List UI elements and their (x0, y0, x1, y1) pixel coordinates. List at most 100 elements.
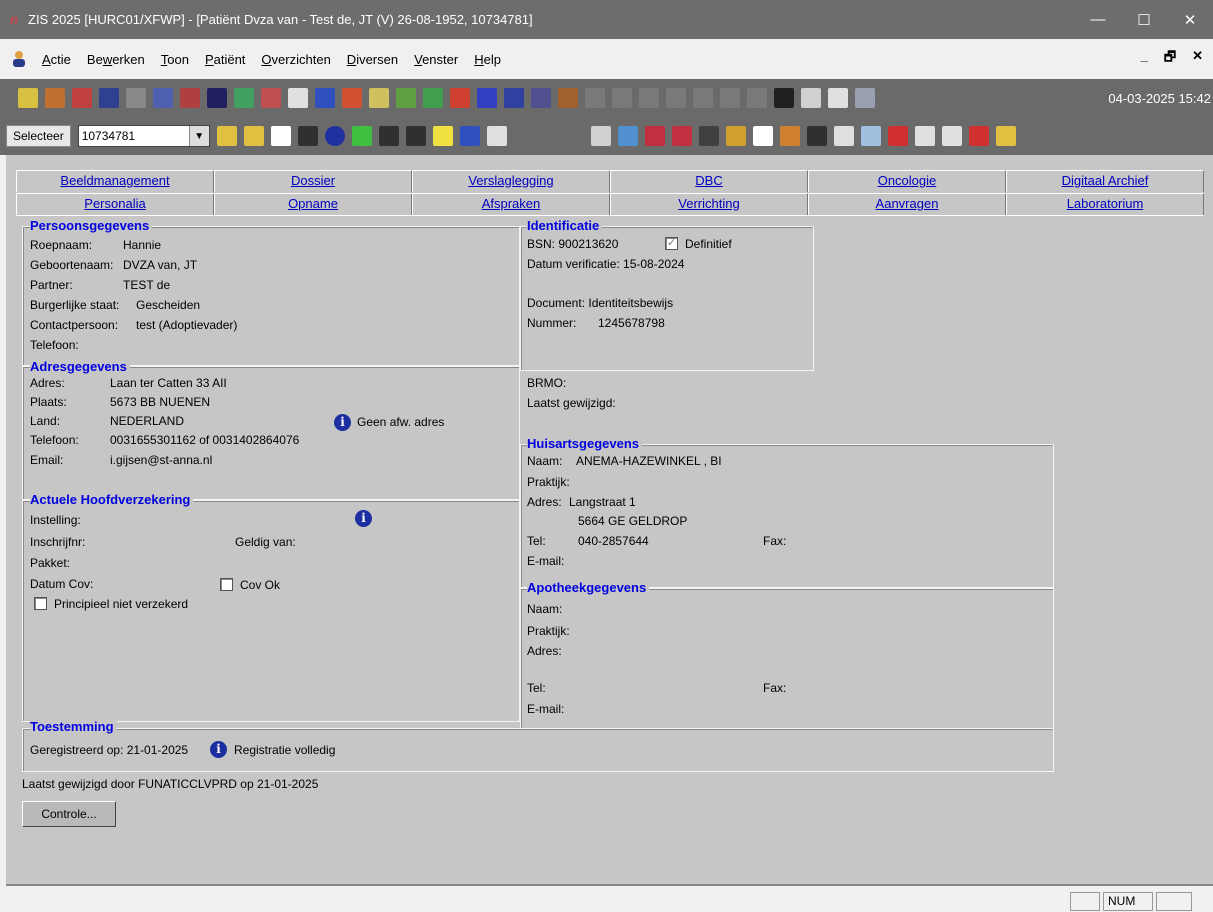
toolbar-tool-icon[interactable] (504, 88, 524, 108)
info-icon[interactable]: i (355, 510, 372, 527)
toolbar-tool-icon[interactable] (288, 88, 308, 108)
toolbar-tool-icon[interactable] (828, 88, 848, 108)
binoculars-icon[interactable] (297, 126, 318, 146)
app-logo-icon: n (10, 12, 18, 27)
apotheek-tel-label: Tel: (527, 681, 546, 695)
arrow-up-icon[interactable] (378, 126, 399, 146)
info-icon[interactable]: i (210, 741, 227, 758)
controle-button[interactable]: Controle... (22, 801, 116, 827)
folder-icon[interactable] (243, 126, 264, 146)
toolbar-tool-icon[interactable] (207, 88, 227, 108)
chevron-down-icon[interactable]: ▼ (188, 126, 209, 146)
tab-verrichting[interactable]: Verrichting (610, 193, 808, 215)
toolbar-tool-icon[interactable] (590, 126, 611, 146)
toolbar-tool-icon[interactable] (477, 88, 497, 108)
datum-verificatie: Datum verificatie: 15-08-2024 (527, 257, 685, 271)
toolbar-tool-icon[interactable] (887, 126, 908, 146)
toolbar-tool-icon[interactable] (126, 88, 146, 108)
toolbar-tool-icon[interactable] (423, 88, 443, 108)
tab-verslaglegging[interactable]: Verslaglegging (412, 170, 610, 192)
close-button[interactable]: ✕ (1167, 0, 1213, 39)
tab-beeldmanagement[interactable]: Beeldmanagement (16, 170, 214, 192)
toolbar-tool-icon[interactable] (450, 88, 470, 108)
info-icon[interactable] (324, 126, 345, 146)
tab-dbc[interactable]: DBC (610, 170, 808, 192)
menu-venster[interactable]: Venster (414, 52, 458, 67)
toolbar-tool-icon[interactable] (801, 88, 821, 108)
toestemming-title: Toestemming (30, 719, 117, 734)
toolbar-tool-icon[interactable] (941, 126, 962, 146)
brmo-laatst-gewijzigd-label: Laatst gewijzigd: (527, 396, 616, 410)
toolbar-tool-icon[interactable] (342, 88, 362, 108)
mdi-close-button[interactable]: ✕ (1192, 48, 1203, 70)
menu-overzichten[interactable]: Overzichten (261, 52, 330, 67)
form-icon[interactable] (486, 126, 507, 146)
toolbar-tool-icon[interactable] (779, 126, 800, 146)
apotheek-fax-label: Fax: (763, 681, 787, 695)
tab-opname[interactable]: Opname (214, 193, 412, 215)
partner-label: Partner: (30, 278, 73, 292)
menu-actie[interactable]: Actie (42, 52, 71, 67)
cov-ok-checkbox[interactable] (220, 578, 233, 591)
toolbar-tool-icon[interactable] (72, 88, 92, 108)
definitief-checkbox[interactable] (665, 236, 678, 250)
principieel-niet-verzekerd-checkbox[interactable] (34, 597, 47, 610)
toolbar-tool-icon[interactable] (531, 88, 551, 108)
menu-bewerken[interactable]: Bewerken (87, 52, 145, 67)
toolbar-tool-icon[interactable] (725, 126, 746, 146)
tree-icon[interactable] (351, 126, 372, 146)
toolbar-tool-icon[interactable] (644, 126, 665, 146)
toolbar-tool-icon[interactable] (180, 88, 200, 108)
toolbar-tool-icon[interactable] (558, 88, 578, 108)
minimize-button[interactable]: — (1075, 0, 1121, 39)
patient-number-combo[interactable]: ▼ (77, 125, 210, 147)
card-icon[interactable] (459, 126, 480, 146)
toolbar-tool-icon[interactable] (45, 88, 65, 108)
tab-digitaal-archief[interactable]: Digitaal Archief (1006, 170, 1204, 192)
tab-laboratorium[interactable]: Laboratorium (1006, 193, 1204, 215)
toolbar-tool-icon[interactable] (315, 88, 335, 108)
note-icon[interactable] (432, 126, 453, 146)
maximize-button[interactable]: ☐ (1121, 0, 1167, 39)
toolbar-tool-icon[interactable] (671, 126, 692, 146)
toolbar-tool-icon[interactable] (860, 126, 881, 146)
toolbar-tool-icon[interactable] (369, 88, 389, 108)
toolbar-tool-icon[interactable] (396, 88, 416, 108)
toolbar-tool-icon[interactable] (833, 126, 854, 146)
menu-diversen[interactable]: Diversen (347, 52, 398, 67)
menu-help[interactable]: Help (474, 52, 501, 67)
toolbar-tool-icon[interactable] (99, 88, 119, 108)
tab-afspraken[interactable]: Afspraken (412, 193, 610, 215)
tab-dossier[interactable]: Dossier (214, 170, 412, 192)
tab-oncologie[interactable]: Oncologie (808, 170, 1006, 192)
tab-personalia[interactable]: Personalia (16, 193, 214, 215)
menu-patient[interactable]: Patiënt (205, 52, 245, 67)
toolbar-tool-icon[interactable] (617, 126, 638, 146)
patient-number-input[interactable] (78, 126, 189, 146)
toolbar-tool-icon[interactable] (806, 126, 827, 146)
toolbar-tool-icon[interactable] (914, 126, 935, 146)
toolbar-tool-icon[interactable] (234, 88, 254, 108)
toolbar-tool-icon[interactable] (968, 126, 989, 146)
mdi-minimize-button[interactable]: _ (1141, 48, 1148, 70)
tab-aanvragen[interactable]: Aanvragen (808, 193, 1006, 215)
menu-toon[interactable]: Toon (161, 52, 189, 67)
toolbar-tool-icon[interactable] (855, 88, 875, 108)
info-icon[interactable]: i (334, 414, 351, 431)
toolbar-tool-icon[interactable] (18, 88, 38, 108)
apotheek-group (520, 588, 1054, 730)
toolbar-tool-icon[interactable] (995, 126, 1016, 146)
mdi-restore-button[interactable]: 🗗 (1164, 48, 1176, 70)
open-folder-icon[interactable] (216, 126, 237, 146)
toolbar-tool-icon[interactable] (698, 126, 719, 146)
toolbar-tool-icon[interactable] (774, 88, 794, 108)
plaats-value: 5673 BB NUENEN (110, 395, 211, 409)
toolbar-tool-icon[interactable] (752, 126, 773, 146)
new-document-icon[interactable] (270, 126, 291, 146)
select-patient-button[interactable]: Selecteer (6, 125, 71, 147)
toolbar-tool-icon[interactable] (261, 88, 281, 108)
toolbar-tool-icon[interactable] (153, 88, 173, 108)
tab-row-top: Beeldmanagement Dossier Verslaglegging D… (16, 170, 1204, 192)
cov-ok-label: Cov Ok (240, 578, 281, 592)
arrows-up-icon[interactable] (405, 126, 426, 146)
